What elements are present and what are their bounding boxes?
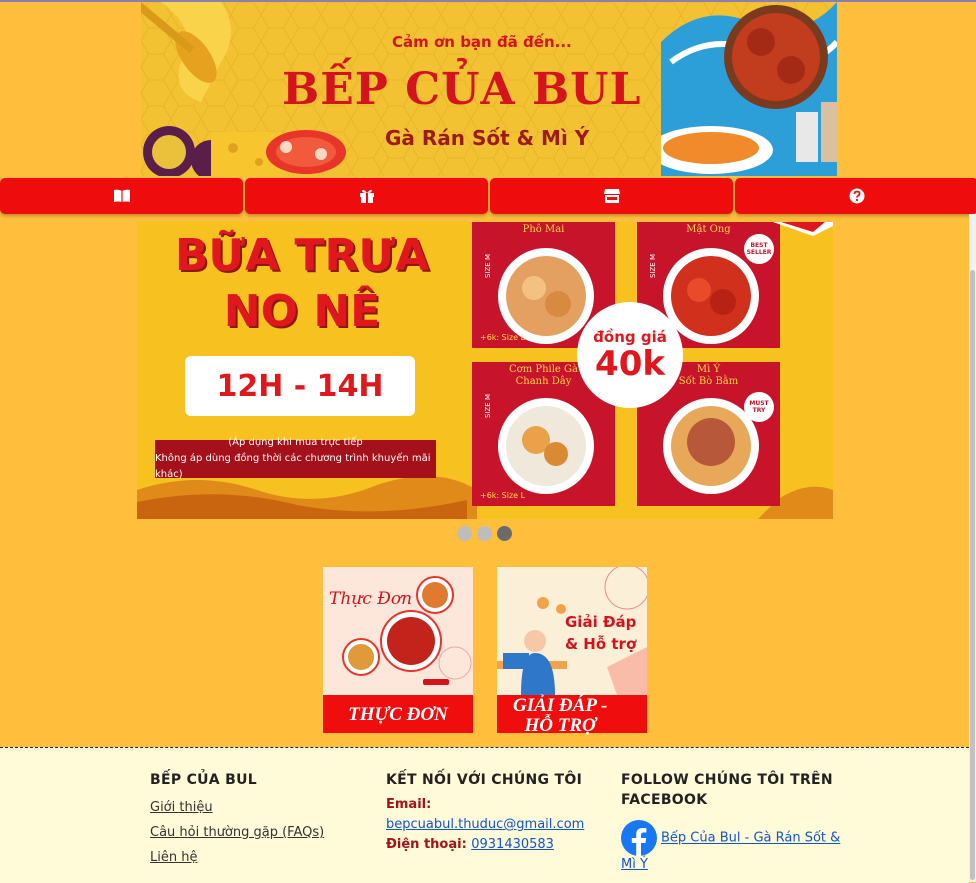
- promo-note-line2: Không áp dùng đồng thời các chương trình…: [155, 453, 431, 480]
- tile-help-label-line1: GIẢI ĐÁP -: [513, 695, 608, 716]
- nav-promo-button[interactable]: [245, 178, 488, 214]
- gift-icon: [359, 189, 374, 203]
- slider-dot-3-active[interactable]: [497, 526, 512, 541]
- facebook-icon[interactable]: [621, 820, 657, 856]
- banner-subtitle: Gà Rán Sốt & Mì Ý: [385, 126, 590, 150]
- promo-slider[interactable]: BỮA TRƯA NO NÊ 12H - 14H (Áp dụng khi mu…: [137, 222, 833, 519]
- card-name: Phô Mai: [522, 224, 565, 235]
- chicken-pasta-illustration: [661, 2, 837, 176]
- store-icon: [603, 189, 620, 203]
- email-label: Email:: [386, 797, 432, 812]
- footer-col-facebook: FOLLOW CHÚNG TÔI TRÊN FACEBOOK Bếp Của B…: [621, 770, 851, 874]
- facebook-row: Bếp Của Bul - Gà Rán Sốt & Mì Ý: [621, 820, 851, 874]
- main-nav: [0, 178, 976, 214]
- nav-store-button[interactable]: [490, 178, 733, 214]
- tile-help-image-title: Giải Đáp & Hỗ trợ: [565, 613, 637, 653]
- footer-link-faqs[interactable]: Câu hỏi thường gặp (FAQs): [150, 825, 365, 840]
- nav-help-button[interactable]: [735, 178, 976, 214]
- food-plate-image: [498, 398, 594, 494]
- tile-help-image: Giải Đáp & Hỗ trợ: [497, 567, 647, 695]
- price-badge: đồng giá 40k: [577, 302, 683, 408]
- footer-phone-row: Điện thoại: 0931430583: [386, 835, 601, 853]
- question-circle-icon: [849, 188, 864, 204]
- footer-heading-facebook: FOLLOW CHÚNG TÔI TRÊN FACEBOOK: [621, 772, 833, 808]
- footer-link-about[interactable]: Giới thiệu: [150, 800, 365, 815]
- card-side-label: SIZE M: [484, 254, 492, 278]
- tile-menu[interactable]: Thực Đơn THỰC ĐƠN: [323, 567, 473, 733]
- tile-help-label-text: GIẢI ĐÁP - HỖ TRỢ: [513, 696, 607, 736]
- footer-heading-brand: BẾP CỦA BUL: [150, 772, 257, 788]
- header-banner: Cảm ơn bạn đã đến... BẾP CỦA BUL Gà Rán …: [141, 2, 837, 176]
- card-size-note: +6k: Size L: [480, 333, 526, 342]
- must-try-badge: MUST TRY: [744, 392, 774, 422]
- email-link[interactable]: bepcuabul.thuduc@gmail.com: [386, 817, 584, 832]
- food-plate-image: [498, 248, 594, 344]
- corner-ribbon: [773, 222, 833, 236]
- banner-title: BẾP CỦA BUL: [282, 64, 642, 115]
- tile-menu-image-title: Thực Đơn: [329, 589, 413, 609]
- tile-help[interactable]: Giải Đáp & Hỗ trợ GIẢI ĐÁP - HỖ TRỢ: [497, 567, 647, 736]
- card-size-note: +6k: Size L: [480, 491, 526, 500]
- menu-food-illustration: [342, 576, 472, 685]
- footer-col-about: BẾP CỦA BUL Giới thiệu Câu hỏi thường gặ…: [150, 770, 365, 865]
- promo-note-line1: (Áp dụng khi mua trực tiếp: [228, 437, 363, 448]
- footer-link-contact[interactable]: Liên hệ: [150, 850, 365, 865]
- phone-link[interactable]: 0931430583: [471, 837, 554, 852]
- footer-email-row: bepcuabul.thuduc@gmail.com: [386, 815, 601, 833]
- tile-help-label[interactable]: GIẢI ĐÁP - HỖ TRỢ: [497, 695, 647, 736]
- page-scrollbar[interactable]: [969, 214, 976, 882]
- tile-menu-label[interactable]: THỰC ĐƠN: [323, 695, 473, 733]
- banner-thanks-text: Cảm ơn bạn đã đến...: [392, 33, 572, 51]
- tile-menu-image: Thực Đơn: [323, 567, 473, 695]
- footer-col-connect: KẾT NỐI VỚI CHÚNG TÔI Email: bepcuabul.t…: [386, 770, 601, 853]
- footer-email-label: Email:: [386, 795, 601, 813]
- phone-label: Điện thoại:: [386, 837, 467, 852]
- scrollbar-thumb[interactable]: [970, 270, 975, 880]
- card-side-label: SIZE M: [649, 254, 657, 278]
- nav-menu-button[interactable]: [0, 178, 243, 214]
- slider-dot-1[interactable]: [457, 526, 472, 541]
- tile-help-label-line2: HỖ TRỢ: [524, 715, 596, 736]
- footer: BẾP CỦA BUL Giới thiệu Câu hỏi thường gặ…: [0, 747, 969, 883]
- footer-heading-connect: KẾT NỐI VỚI CHÚNG TÔI: [386, 772, 583, 788]
- card-side-label: SIZE M: [484, 394, 492, 418]
- price-value: 40k: [595, 344, 665, 384]
- honey-fruit-illustration: [141, 2, 281, 176]
- promo-note: (Áp dụng khi mua trực tiếp Không áp dùng…: [155, 437, 436, 480]
- promo-title: BỮA TRƯA NO NÊ: [174, 230, 430, 337]
- slider-dot-2[interactable]: [477, 526, 492, 541]
- best-seller-badge: BEST SELLER: [744, 234, 774, 264]
- book-icon: [113, 189, 130, 202]
- promo-time: 12H - 14H: [185, 356, 415, 416]
- slider-dots: [457, 526, 512, 541]
